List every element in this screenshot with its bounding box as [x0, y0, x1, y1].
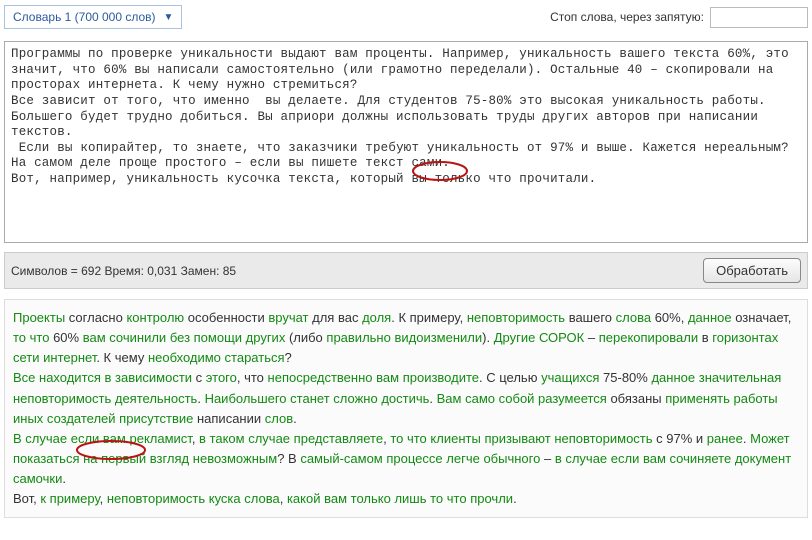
dictionary-select-label: Словарь 1 (700 000 слов)	[13, 10, 156, 24]
dictionary-select[interactable]: Словарь 1 (700 000 слов) ▼	[4, 5, 182, 29]
stop-words-label: Стоп слова, через запятую:	[550, 10, 704, 24]
stats-text: Символов = 692 Время: 0,031 Замен: 85	[11, 264, 236, 278]
output-paragraph: Все находится в зависимости с этого, что…	[13, 368, 799, 428]
output-paragraph: Проекты согласно контролю особенности вр…	[13, 308, 799, 368]
output-panel: Проекты согласно контролю особенности вр…	[4, 299, 808, 518]
output-paragraph: В случае если вам рекламист, в таком слу…	[13, 429, 799, 489]
stats-bar: Символов = 692 Время: 0,031 Замен: 85 Об…	[4, 252, 808, 289]
input-textarea[interactable]	[4, 41, 808, 243]
stop-words-input[interactable]	[710, 7, 808, 28]
output-paragraph: Вот, к примеру, неповторимость куска сло…	[13, 489, 799, 509]
process-button[interactable]: Обработать	[703, 258, 801, 283]
chevron-down-icon: ▼	[164, 12, 174, 23]
stop-words-block: Стоп слова, через запятую:	[550, 7, 808, 28]
